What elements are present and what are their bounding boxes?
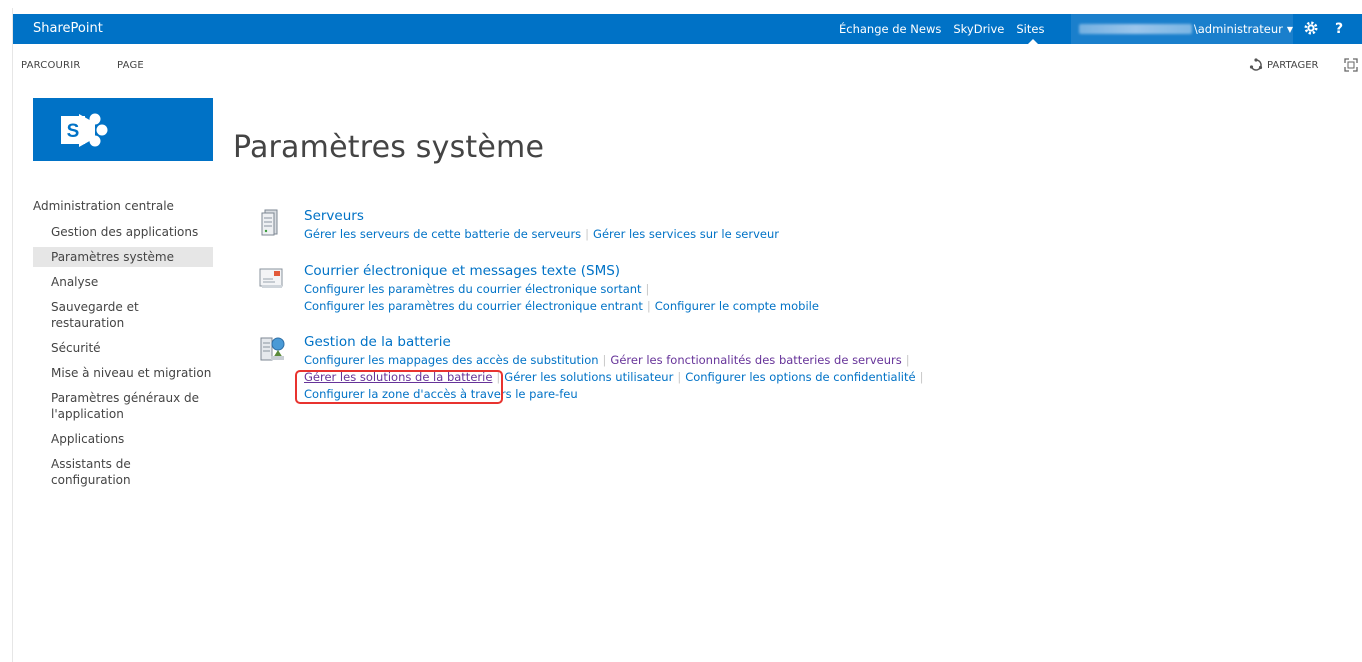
link-incoming-email[interactable]: Configurer les paramètres du courrier él…: [304, 299, 643, 313]
link-separator: |: [677, 370, 682, 384]
server-icon: [261, 209, 278, 236]
share-button[interactable]: PARTAGER: [1249, 58, 1318, 72]
suite-bar: SharePoint Échange de News SkyDrive Site…: [13, 14, 1362, 44]
email-icon: [259, 268, 283, 288]
nav-item-monitoring[interactable]: Analyse: [33, 272, 213, 292]
farm-management-icon: [260, 337, 285, 361]
link-privacy-options[interactable]: Configurer les options de confidentialit…: [685, 370, 915, 384]
page-frame: SharePoint Échange de News SkyDrive Site…: [12, 8, 1362, 662]
nav-header-central-admin[interactable]: Administration centrale: [33, 198, 213, 214]
share-icon: [1249, 58, 1263, 71]
suite-links: Échange de News SkyDrive Sites: [839, 14, 1056, 44]
tab-page[interactable]: PAGE: [117, 60, 144, 71]
link-manage-services[interactable]: Gérer les services sur le serveur: [593, 227, 779, 241]
link-outgoing-email[interactable]: Configurer les paramètres du courrier él…: [304, 282, 642, 296]
user-menu[interactable]: \administrateur ▼: [1071, 14, 1293, 44]
link-separator: |: [496, 370, 501, 384]
suite-link-skydrive[interactable]: SkyDrive: [953, 14, 1004, 44]
nav-item-general-settings[interactable]: Paramètres généraux de l'application: [33, 388, 213, 424]
tab-parcourir[interactable]: PARCOURIR: [21, 60, 81, 71]
chevron-down-icon: ▼: [1286, 24, 1293, 34]
user-name[interactable]: \administrateur: [1194, 22, 1283, 36]
suite-link-newsfeed[interactable]: Échange de News: [839, 14, 941, 44]
link-separator: |: [585, 227, 590, 241]
link-separator: |: [905, 353, 910, 367]
nav-item-apps[interactable]: Applications: [33, 429, 213, 449]
link-separator: |: [645, 282, 650, 296]
help-icon[interactable]: ?: [1335, 14, 1343, 44]
link-separator: |: [919, 370, 924, 384]
nav-item-app-management[interactable]: Gestion des applications: [33, 222, 213, 242]
link-user-solutions[interactable]: Gérer les solutions utilisateur: [504, 370, 673, 384]
svg-text:S: S: [67, 121, 80, 142]
section-title-servers[interactable]: Serveurs: [304, 208, 1004, 224]
link-firewall-access-zone[interactable]: Configurer la zone d'accès à travers le …: [304, 387, 578, 401]
nav-item-upgrade-migration[interactable]: Mise à niveau et migration: [33, 363, 213, 383]
nav-item-security[interactable]: Sécurité: [33, 338, 213, 358]
nav-item-backup-restore[interactable]: Sauvegarde et restauration: [33, 297, 213, 333]
sharepoint-logo[interactable]: S: [33, 98, 213, 161]
link-farm-solutions[interactable]: Gérer les solutions de la batterie: [304, 370, 492, 384]
link-manage-servers[interactable]: Gérer les serveurs de cette batterie de …: [304, 227, 581, 241]
sharepoint-brand[interactable]: SharePoint: [33, 14, 103, 44]
share-label: PARTAGER: [1267, 59, 1319, 71]
sharepoint-logo-icon: S: [61, 113, 108, 147]
suite-link-sites[interactable]: Sites: [1016, 14, 1044, 44]
section-title-email[interactable]: Courrier électronique et messages texte …: [304, 263, 1004, 279]
nav-item-config-wizards[interactable]: Assistants de configuration: [33, 454, 213, 490]
ribbon-bar: PARCOURIR PAGE PARTAGER: [13, 44, 1362, 80]
focus-on-content-icon[interactable]: [1344, 58, 1358, 72]
link-alternate-access-mappings[interactable]: Configurer les mappages des accès de sub…: [304, 353, 599, 367]
link-separator: |: [602, 353, 607, 367]
link-farm-features[interactable]: Gérer les fonctionnalités des batteries …: [610, 353, 901, 367]
section-title-farm[interactable]: Gestion de la batterie: [304, 334, 1004, 350]
page-title: Paramètres système: [233, 130, 545, 165]
redacted-server-name: [1079, 24, 1192, 34]
left-nav: Administration centrale Gestion des appl…: [33, 198, 213, 495]
link-separator: |: [646, 299, 651, 313]
link-mobile-account[interactable]: Configurer le compte mobile: [655, 299, 819, 313]
gear-icon[interactable]: [1303, 20, 1319, 36]
nav-item-system-settings[interactable]: Paramètres système: [33, 247, 213, 267]
